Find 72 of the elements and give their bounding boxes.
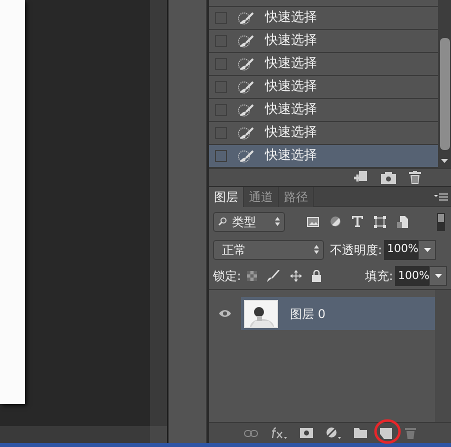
history-state-label: 快速选择 [265, 124, 317, 142]
history-state-label: 快速选择 [265, 9, 317, 28]
opacity-field[interactable]: 100% [384, 240, 418, 260]
half-circle-icon[interactable] [330, 216, 341, 227]
layer-row[interactable]: 图层 0 [209, 297, 435, 330]
camera-icon[interactable] [381, 172, 396, 184]
type-icon[interactable] [352, 216, 363, 227]
history-state[interactable]: 快速选择 [209, 76, 438, 99]
lock-transparency-icon[interactable] [247, 271, 258, 281]
scroll-thumb[interactable] [440, 38, 450, 150]
history-state[interactable]: 快速选择 [209, 99, 438, 122]
new-layer-icon[interactable] [380, 428, 392, 438]
lock-label: 锁定: [213, 268, 242, 285]
spinner-arrows-icon [314, 245, 319, 254]
panel-menu-icon[interactable] [434, 193, 448, 201]
image-icon[interactable] [307, 216, 319, 226]
layer-name: 图层 0 [290, 306, 326, 322]
fx-icon[interactable] [271, 427, 287, 439]
smart-object-icon[interactable] [397, 216, 408, 228]
highlight-circle [374, 419, 401, 444]
move-arrows-icon[interactable] [290, 270, 302, 282]
history-state[interactable]: 快速选择 [209, 30, 438, 53]
lock-icon[interactable] [312, 270, 322, 282]
history-state[interactable]: 快速选择 [209, 53, 438, 76]
blend-mode-value: 正常 [222, 242, 247, 258]
panel-tab[interactable]: 路径 [279, 187, 314, 207]
panel-tab[interactable]: 通道 [244, 187, 279, 207]
layers-scrollbar[interactable] [435, 290, 451, 422]
history-scrollbar[interactable] [438, 0, 451, 168]
history-state-label: 快速选择 [265, 55, 317, 74]
eye-icon[interactable] [219, 310, 231, 317]
history-state-label: 快速选择 [265, 32, 317, 50]
trash-icon[interactable] [409, 171, 421, 184]
scrollbar-corner [150, 426, 167, 443]
fill-dropdown-button[interactable] [429, 266, 447, 286]
fill-label: 填充: [364, 268, 393, 285]
spinner-arrows-icon [275, 217, 280, 226]
vertical-scrollbar[interactable] [150, 0, 167, 426]
horizontal-scrollbar[interactable] [0, 426, 150, 443]
scroll-down-icon[interactable] [441, 159, 448, 164]
history-state-label: 快速选择 [265, 147, 317, 166]
filter-toggle[interactable] [437, 212, 445, 230]
quick-selection-icon [237, 12, 255, 24]
folder-icon[interactable] [354, 428, 367, 438]
fill-field[interactable]: 100% [395, 266, 429, 286]
search-icon [218, 217, 227, 226]
snapshot-checkbox[interactable] [215, 150, 227, 162]
filter-kind-dropdown[interactable]: 类型 [213, 212, 285, 232]
quick-selection-icon [237, 150, 255, 162]
mask-icon[interactable] [300, 428, 313, 438]
quick-selection-icon [237, 34, 255, 48]
filter-kind-value: 类型 [232, 214, 257, 230]
new-document-from-state-icon[interactable] [353, 171, 368, 184]
caret-icon [424, 248, 431, 252]
quick-selection-icon [237, 80, 255, 94]
opacity-label: 不透明度: [330, 242, 382, 258]
quick-selection-icon [237, 58, 255, 70]
history-state[interactable]: 快速选择 [209, 122, 438, 145]
blend-mode-dropdown[interactable]: 正常 [213, 240, 324, 260]
transform-box-icon[interactable] [374, 216, 386, 228]
adjustment-icon[interactable] [326, 427, 341, 439]
history-state-label: 快速选择 [265, 78, 317, 96]
history-state-label: 快速选择 [265, 101, 317, 120]
link-icon[interactable] [244, 430, 258, 436]
history-state[interactable]: 快速选择 [209, 7, 438, 30]
panel-tab[interactable]: 图层 [209, 187, 244, 207]
brush-icon[interactable] [267, 270, 280, 282]
quick-selection-icon [237, 104, 255, 116]
opacity-dropdown-button[interactable] [418, 240, 436, 260]
quick-selection-icon [237, 126, 255, 140]
history-state[interactable]: 快速选择 [209, 145, 438, 168]
caret-icon [434, 274, 442, 278]
